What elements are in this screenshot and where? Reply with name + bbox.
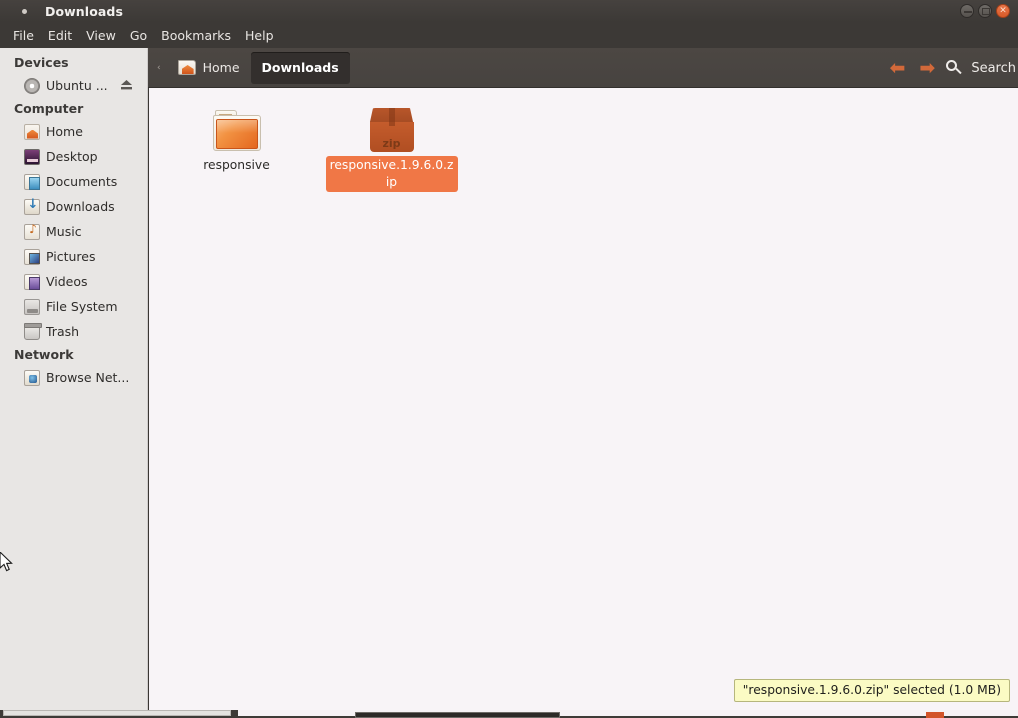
documents-folder-icon xyxy=(24,173,40,190)
search-control[interactable]: Search xyxy=(946,59,1016,77)
close-button[interactable]: × xyxy=(996,4,1010,18)
panel-segment-left xyxy=(3,710,231,716)
home-folder-icon xyxy=(24,123,40,140)
file-item-folder[interactable]: responsive xyxy=(159,96,314,192)
menu-help[interactable]: Help xyxy=(238,25,281,46)
desktop-panel-strip xyxy=(0,710,1018,718)
menu-edit[interactable]: Edit xyxy=(41,25,79,46)
sidebar-group-network: Network xyxy=(14,347,74,362)
optical-disc-icon xyxy=(24,77,40,94)
search-label: Search xyxy=(971,60,1016,76)
back-arrow-icon[interactable]: ⬅ xyxy=(882,58,912,78)
sidebar-item-ubuntu-disc[interactable]: Ubuntu ... xyxy=(0,73,147,98)
file-label: responsive.1.9.6.0.zip xyxy=(325,156,458,192)
file-thumbnail: zip xyxy=(365,100,419,152)
window-controls: × xyxy=(960,4,1010,18)
trash-icon xyxy=(24,322,42,340)
icon-grid: responsive zip responsive.1.9.6.0.zip xyxy=(149,88,469,192)
breadcrumb-downloads[interactable]: Downloads xyxy=(250,51,350,84)
sidebar-item-label: Browse Net... xyxy=(46,370,130,385)
sidebar-item-trash[interactable]: Trash xyxy=(0,319,147,344)
network-browse-icon xyxy=(24,369,40,386)
sidebar-item-home[interactable]: Home xyxy=(0,119,147,144)
minimize-button[interactable] xyxy=(960,4,974,18)
file-item-archive[interactable]: zip responsive.1.9.6.0.zip xyxy=(314,96,469,192)
breadcrumb-label: Home xyxy=(202,60,240,75)
places-sidebar: Devices Ubuntu ... Computer Home Desktop… xyxy=(0,48,148,710)
filesystem-icon xyxy=(24,298,40,315)
sidebar-item-music[interactable]: Music xyxy=(0,219,147,244)
status-tooltip: "responsive.1.9.6.0.zip" selected (1.0 M… xyxy=(733,679,1010,702)
eject-icon[interactable] xyxy=(120,79,133,91)
sidebar-item-label: Trash xyxy=(46,324,80,339)
sidebar-item-label: Videos xyxy=(46,274,88,289)
sidebar-item-downloads[interactable]: Downloads xyxy=(0,194,147,219)
sidebar-group-devices: Devices xyxy=(14,55,69,70)
pictures-folder-icon xyxy=(24,248,40,265)
sidebar-item-label: Documents xyxy=(46,174,118,189)
breadcrumb-label: Downloads xyxy=(261,60,339,75)
sidebar-item-browse-network[interactable]: Browse Net... xyxy=(0,365,147,390)
sidebar-item-label: File System xyxy=(46,299,118,314)
menubar: File Edit View Go Bookmarks Help xyxy=(0,22,1018,48)
pathbar-toolbar: ‹ Home Downloads ⬅ ➡ Search xyxy=(148,48,1018,88)
menu-file[interactable]: File xyxy=(6,25,41,46)
maximize-button[interactable] xyxy=(978,4,992,18)
sidebar-item-pictures[interactable]: Pictures xyxy=(0,244,147,269)
file-label: responsive xyxy=(203,158,270,172)
sidebar-item-documents[interactable]: Documents xyxy=(0,169,147,194)
search-icon xyxy=(946,59,963,77)
window-titlebar: Downloads × xyxy=(0,0,1018,22)
zip-archive-icon: zip xyxy=(369,108,414,152)
sidebar-item-label: Music xyxy=(46,224,82,239)
panel-segment-accent xyxy=(926,712,944,718)
desktop-icon xyxy=(24,148,40,165)
forward-arrow-icon[interactable]: ➡ xyxy=(912,58,942,78)
sidebar-item-label: Pictures xyxy=(46,249,96,264)
videos-folder-icon xyxy=(24,273,40,290)
window-icon xyxy=(22,8,27,14)
sidebar-item-label: Home xyxy=(46,124,83,139)
sidebar-item-file-system[interactable]: File System xyxy=(0,294,147,319)
panel-segment-window xyxy=(355,712,560,718)
downloads-folder-icon xyxy=(24,197,41,215)
file-thumbnail xyxy=(210,100,264,152)
toolbar-right-controls: ⬅ ➡ Search xyxy=(882,48,1018,88)
breadcrumb-home[interactable]: Home xyxy=(167,52,251,84)
sidebar-item-label: Ubuntu ... xyxy=(46,78,108,93)
menu-go[interactable]: Go xyxy=(123,25,154,46)
zip-icon-label: zip xyxy=(382,137,401,150)
menu-view[interactable]: View xyxy=(79,25,123,46)
folder-icon xyxy=(212,110,261,152)
sidebar-item-label: Desktop xyxy=(46,149,98,164)
window-title: Downloads xyxy=(45,3,124,19)
chevron-left-icon[interactable]: ‹ xyxy=(157,63,161,73)
sidebar-item-label: Downloads xyxy=(46,199,115,214)
sidebar-group-computer: Computer xyxy=(14,101,84,116)
close-icon: × xyxy=(999,5,1007,16)
home-folder-icon xyxy=(177,60,196,75)
sidebar-item-videos[interactable]: Videos xyxy=(0,269,147,294)
menu-bookmarks[interactable]: Bookmarks xyxy=(154,25,238,46)
sidebar-item-desktop[interactable]: Desktop xyxy=(0,144,147,169)
music-folder-icon xyxy=(24,222,41,240)
file-icon-view[interactable]: responsive zip responsive.1.9.6.0.zip "r… xyxy=(149,88,1018,710)
file-manager-window: Downloads × File Edit View Go Bookmarks … xyxy=(0,0,1018,718)
